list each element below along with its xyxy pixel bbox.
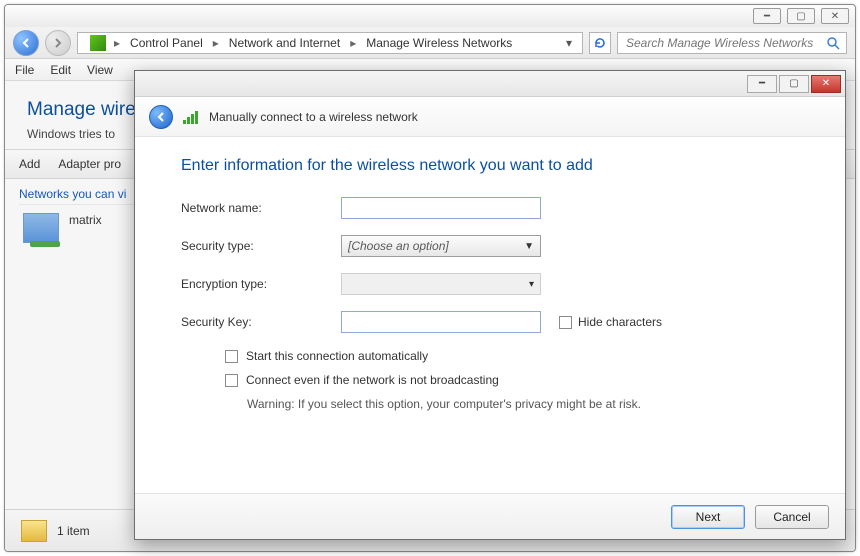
- menu-edit[interactable]: Edit: [50, 63, 71, 77]
- status-text: 1 item: [57, 524, 90, 538]
- label-hide-characters: Hide characters: [578, 315, 662, 329]
- select-security-type-value: [Choose an option]: [348, 239, 449, 253]
- dialog-footer: Next Cancel: [135, 493, 845, 539]
- next-button[interactable]: Next: [671, 505, 745, 529]
- checkbox-not-broadcasting[interactable]: [225, 374, 238, 387]
- group-header-label: Networks you can vi: [19, 187, 126, 201]
- row-encryption-type: Encryption type: ▾: [181, 273, 799, 295]
- checkbox-hide-characters[interactable]: [559, 316, 572, 329]
- breadcrumb-item[interactable]: Control Panel: [124, 33, 209, 53]
- menu-view[interactable]: View: [87, 63, 113, 77]
- options-block: Start this connection automatically Conn…: [225, 349, 799, 411]
- dialog-header: Manually connect to a wireless network: [135, 97, 845, 137]
- row-network-name: Network name:: [181, 197, 799, 219]
- breadcrumb-chevron[interactable]: ▸: [110, 36, 124, 50]
- chevron-down-icon: ▼: [524, 241, 534, 252]
- refresh-icon: [593, 36, 607, 50]
- label-security-type: Security type:: [181, 239, 341, 253]
- breadcrumb-chevron[interactable]: ▸: [346, 36, 360, 50]
- arrow-right-icon: [52, 37, 64, 49]
- search-icon: [826, 36, 840, 50]
- warning-text: Warning: If you select this option, your…: [247, 397, 799, 411]
- cancel-button[interactable]: Cancel: [755, 505, 829, 529]
- back-button[interactable]: [13, 30, 39, 56]
- dialog-heading: Enter information for the wireless netwo…: [181, 157, 799, 175]
- row-security-type: Security type: [Choose an option] ▼: [181, 235, 799, 257]
- checkbox-auto-connect[interactable]: [225, 350, 238, 363]
- hide-characters-option[interactable]: Hide characters: [559, 315, 662, 329]
- dialog-back-button[interactable]: [149, 105, 173, 129]
- dialog-close-button[interactable]: ✕: [811, 75, 841, 93]
- toolbar-adapter-properties[interactable]: Adapter pro: [58, 157, 121, 171]
- refresh-button[interactable]: [589, 32, 611, 54]
- label-network-name: Network name:: [181, 201, 341, 215]
- label-security-key: Security Key:: [181, 315, 341, 329]
- dialog-titlebar: ━ ▢ ✕: [135, 71, 845, 97]
- minimize-button[interactable]: ━: [753, 8, 781, 24]
- search-input[interactable]: [624, 35, 826, 51]
- window-caption-bar: ━ ▢ ✕: [5, 5, 855, 27]
- input-security-key[interactable]: [341, 311, 541, 333]
- forward-button[interactable]: [45, 30, 71, 56]
- dialog-body: Enter information for the wireless netwo…: [135, 137, 845, 493]
- dialog-minimize-button[interactable]: ━: [747, 75, 777, 93]
- chevron-down-icon: ▾: [529, 279, 534, 290]
- address-bar: ▸ Control Panel ▸ Network and Internet ▸…: [5, 27, 855, 59]
- breadcrumb-chevron[interactable]: ▸: [209, 36, 223, 50]
- row-security-key: Security Key: Hide characters: [181, 311, 799, 333]
- breadcrumb[interactable]: ▸ Control Panel ▸ Network and Internet ▸…: [77, 32, 583, 54]
- wireless-signal-icon: [183, 110, 199, 124]
- network-name-label: matrix: [69, 213, 102, 227]
- manual-connect-dialog: ━ ▢ ✕ Manually connect to a wireless net…: [134, 70, 846, 540]
- label-encryption-type: Encryption type:: [181, 277, 341, 291]
- network-adapter-icon: [23, 213, 59, 243]
- toolbar-add[interactable]: Add: [19, 157, 40, 171]
- folder-icon: [21, 520, 47, 542]
- close-button[interactable]: ✕: [821, 8, 849, 24]
- option-auto-connect[interactable]: Start this connection automatically: [225, 349, 799, 363]
- label-not-broadcasting: Connect even if the network is not broad…: [246, 373, 499, 387]
- input-network-name[interactable]: [341, 197, 541, 219]
- label-auto-connect: Start this connection automatically: [246, 349, 428, 363]
- arrow-left-icon: [155, 111, 167, 123]
- arrow-left-icon: [20, 37, 32, 49]
- wireless-favicon-icon: [90, 35, 106, 51]
- breadcrumb-item[interactable]: Network and Internet: [223, 33, 346, 53]
- breadcrumb-item[interactable]: Manage Wireless Networks: [360, 33, 518, 53]
- breadcrumb-dropdown[interactable]: ▾: [560, 36, 578, 50]
- dialog-maximize-button[interactable]: ▢: [779, 75, 809, 93]
- option-not-broadcasting[interactable]: Connect even if the network is not broad…: [225, 373, 799, 387]
- menu-file[interactable]: File: [15, 63, 34, 77]
- select-security-type[interactable]: [Choose an option] ▼: [341, 235, 541, 257]
- select-encryption-type: ▾: [341, 273, 541, 295]
- dialog-header-title: Manually connect to a wireless network: [209, 110, 418, 124]
- search-box[interactable]: [617, 32, 847, 54]
- maximize-button[interactable]: ▢: [787, 8, 815, 24]
